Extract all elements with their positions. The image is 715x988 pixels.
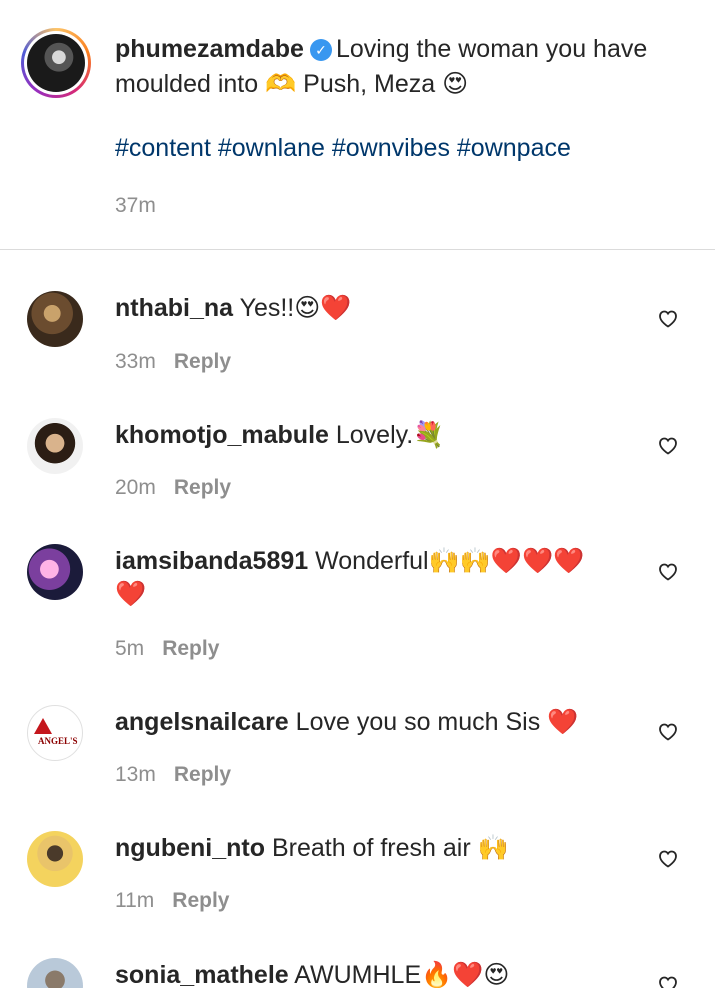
author-username[interactable]: phumezamdabe bbox=[115, 35, 304, 63]
comment-text: AWUMHLE🔥❤️😍 bbox=[294, 961, 510, 988]
commenter-username[interactable]: ngubeni_nto bbox=[115, 834, 265, 862]
post-caption: phumezamdabe ✓ Loving the woman you have m… bbox=[0, 0, 715, 250]
caption-hashtags[interactable]: #content #ownlane #ownvibes #ownpace bbox=[115, 134, 571, 163]
reply-button[interactable]: Reply bbox=[174, 476, 231, 499]
comment-meta: 13m Reply bbox=[115, 763, 231, 787]
heart-icon[interactable] bbox=[656, 719, 680, 743]
comment-meta: 20m Reply bbox=[115, 476, 231, 500]
author-avatar-image bbox=[27, 34, 85, 92]
reply-button[interactable]: Reply bbox=[174, 350, 231, 373]
verified-badge-icon: ✓ bbox=[309, 39, 332, 61]
commenter-avatar[interactable]: ANGEL'S bbox=[27, 705, 83, 761]
comment-body: sonia_mathele AWUMHLE🔥❤️😍 bbox=[115, 959, 625, 988]
commenter-avatar[interactable] bbox=[27, 418, 83, 474]
commenter-username[interactable]: angelsnailcare bbox=[115, 708, 289, 736]
heart-icon[interactable] bbox=[656, 433, 680, 457]
logo-triangle-icon bbox=[34, 718, 52, 734]
comment-timestamp: 11m bbox=[115, 889, 155, 912]
caption-timestamp: 37m bbox=[115, 194, 156, 217]
comment-text: Love you so much Sis ❤️ bbox=[295, 708, 579, 736]
commenter-username[interactable]: khomotjo_mabule bbox=[115, 421, 329, 449]
comment-body: ngubeni_nto Breath of fresh air 🙌 bbox=[115, 832, 625, 865]
comment-body: iamsibanda5891 Wonderful🙌🙌❤️❤️❤️❤️ bbox=[115, 545, 615, 611]
comment-text: Lovely.💐 bbox=[335, 421, 445, 449]
commenter-username[interactable]: nthabi_na bbox=[115, 294, 233, 322]
comment-text: Breath of fresh air 🙌 bbox=[271, 834, 509, 862]
reply-button[interactable]: Reply bbox=[174, 763, 231, 786]
heart-icon[interactable] bbox=[656, 846, 680, 870]
comment-body: angelsnailcare Love you so much Sis ❤️ bbox=[115, 706, 625, 739]
comment-timestamp: 13m bbox=[115, 763, 156, 786]
comment-body: nthabi_na Yes!!😍❤️ bbox=[115, 292, 625, 325]
caption-text-block: phumezamdabe ✓ Loving the woman you have m… bbox=[115, 32, 695, 102]
comment-meta: 33m Reply bbox=[115, 350, 231, 374]
commenter-avatar[interactable] bbox=[27, 544, 83, 600]
reply-button[interactable]: Reply bbox=[172, 889, 229, 912]
comment-timestamp: 5m bbox=[115, 637, 145, 660]
comment-timestamp: 33m bbox=[115, 350, 156, 373]
commenter-avatar[interactable] bbox=[27, 831, 83, 887]
commenter-username[interactable]: iamsibanda5891 bbox=[115, 547, 308, 575]
comment-meta: 11m Reply bbox=[115, 889, 229, 913]
comment-meta: 5m Reply bbox=[115, 637, 219, 661]
comment-timestamp: 20m bbox=[115, 476, 156, 499]
commenter-avatar[interactable] bbox=[27, 291, 83, 347]
heart-icon[interactable] bbox=[656, 306, 680, 330]
author-avatar[interactable] bbox=[21, 28, 91, 98]
reply-button[interactable]: Reply bbox=[162, 637, 219, 660]
commenter-avatar[interactable] bbox=[27, 958, 83, 988]
divider bbox=[0, 249, 715, 250]
heart-icon[interactable] bbox=[656, 559, 680, 583]
commenter-username[interactable]: sonia_mathele bbox=[115, 961, 289, 988]
logo-text: ANGEL'S bbox=[38, 736, 78, 746]
comment-text: Yes!!😍❤️ bbox=[239, 294, 352, 322]
heart-icon[interactable] bbox=[656, 972, 680, 988]
comment-body: khomotjo_mabule Lovely.💐 bbox=[115, 419, 625, 452]
